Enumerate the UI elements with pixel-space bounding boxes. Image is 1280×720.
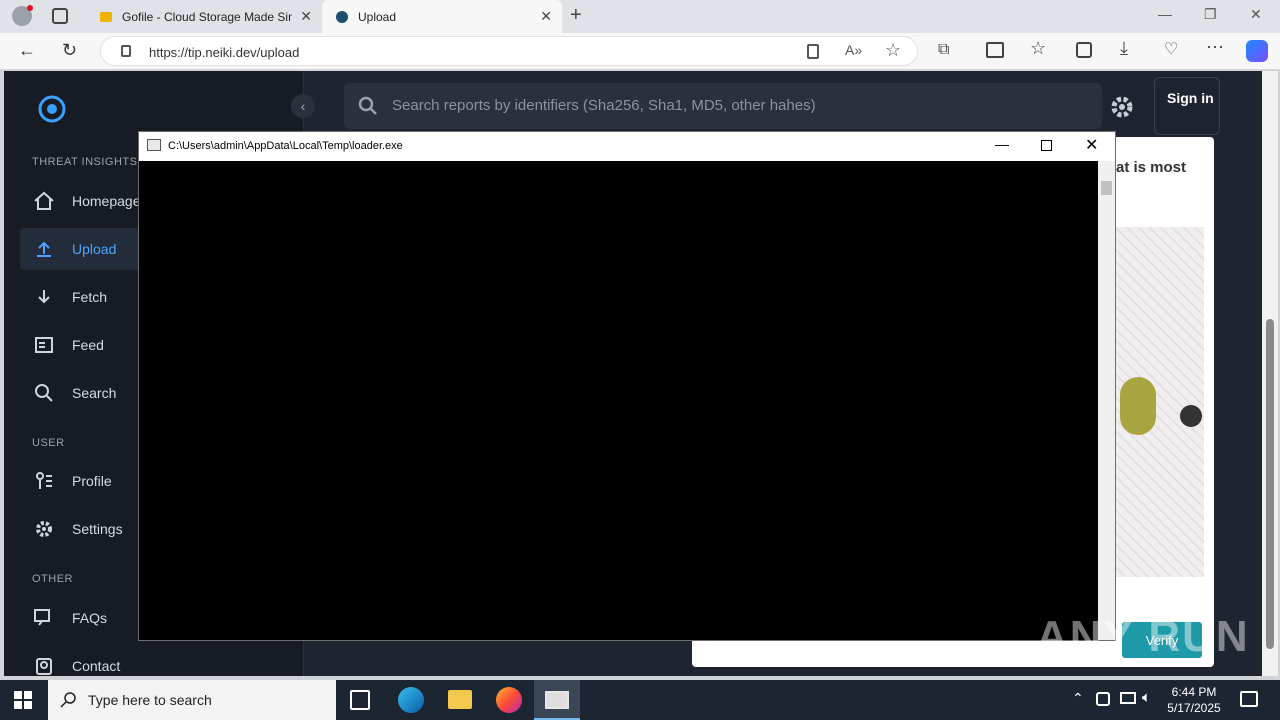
watermark: ANY RUN [1036, 612, 1250, 661]
refresh-icon[interactable]: ↻ [62, 40, 77, 61]
favorite-star-icon[interactable]: ☆ [885, 40, 901, 61]
downloads-icon[interactable]: ⤓ [1120, 38, 1128, 59]
url-text[interactable]: https://tip.neiki.dev/upload [149, 45, 299, 60]
edge-app-icon[interactable] [398, 687, 424, 713]
home-icon [32, 189, 56, 213]
fetch-icon [32, 285, 56, 309]
close-window-icon[interactable]: ✕ [1250, 6, 1262, 23]
more-options-icon[interactable]: ⋯ [1206, 37, 1224, 58]
volume-icon[interactable]: 🔈︎ [1142, 689, 1151, 706]
close-tab-icon[interactable]: ✕ [300, 8, 312, 25]
task-view-icon[interactable] [350, 690, 370, 710]
device-icon[interactable] [1096, 692, 1110, 706]
captcha-shape-icon [1120, 377, 1156, 435]
site-favicon-icon [336, 10, 348, 23]
minimize-icon[interactable]: — [1158, 6, 1172, 22]
site-logo-icon[interactable] [34, 91, 70, 127]
folder-icon [100, 11, 112, 22]
search-icon [358, 96, 378, 116]
upload-icon [32, 237, 56, 261]
copilot-icon[interactable] [1246, 40, 1268, 62]
console-minimize-icon[interactable]: — [995, 136, 1009, 152]
contact-icon [32, 654, 56, 676]
console-title-bar[interactable]: C:\Users\admin\AppData\Local\Temp\loader… [139, 132, 1115, 161]
search-icon [32, 381, 56, 405]
console-window[interactable]: C:\Users\admin\AppData\Local\Temp\loader… [138, 131, 1116, 641]
console-taskbar-button[interactable] [534, 680, 580, 720]
section-label-user: USER [32, 437, 65, 449]
console-close-icon[interactable]: ✕ [1085, 135, 1098, 155]
performance-icon[interactable]: ♡ [1164, 39, 1178, 59]
sidebar-item-contact[interactable]: Contact [20, 645, 300, 676]
notifications-icon[interactable] [1240, 691, 1258, 707]
report-search-input[interactable]: Search reports by identifiers (Sha256, S… [344, 83, 1102, 129]
split-screen-icon[interactable] [986, 42, 1004, 58]
restore-icon[interactable]: ❐ [1204, 6, 1217, 23]
reader-view-icon[interactable] [807, 44, 819, 59]
read-aloud-icon[interactable]: A» [845, 42, 862, 58]
console-scrollbar[interactable] [1098, 161, 1115, 640]
faq-icon [32, 606, 56, 630]
browser-tab-bar: Gofile - Cloud Storage Made Sim ✕ Upload… [0, 0, 1280, 33]
new-tab-icon[interactable]: + [570, 4, 582, 27]
profile-icon [32, 469, 56, 493]
lock-icon[interactable] [121, 45, 131, 57]
close-tab-icon[interactable]: ✕ [540, 8, 552, 25]
page-scrollbar[interactable] [1262, 71, 1278, 676]
file-explorer-icon[interactable] [448, 690, 472, 709]
audio-lock-icon[interactable] [1180, 405, 1202, 427]
browser-toolbar: ← ↻ https://tip.neiki.dev/upload A» ☆ ⧉ … [0, 33, 1280, 70]
collapse-sidebar-button[interactable]: ‹ [291, 94, 315, 118]
collections-icon[interactable] [1076, 42, 1092, 58]
console-maximize-icon[interactable] [1041, 140, 1052, 151]
captcha-prompt: at is most [1116, 159, 1187, 176]
console-taskbar-icon [545, 691, 569, 709]
taskbar-clock[interactable]: 6:44 PM 5/17/2025 [1160, 684, 1228, 716]
sign-in-button[interactable]: Sign in [1154, 77, 1220, 135]
section-label-other: OTHER [32, 573, 73, 585]
address-bar[interactable]: https://tip.neiki.dev/upload A» ☆ [100, 36, 918, 66]
section-label-threat: THREAT INSIGHTS I [32, 156, 145, 168]
favorites-icon[interactable]: ☆ [1030, 38, 1046, 59]
extensions-icon[interactable]: ⧉ [938, 41, 949, 59]
windows-start-icon[interactable] [14, 691, 32, 709]
feed-icon [32, 333, 56, 357]
captcha-image[interactable] [1116, 227, 1204, 577]
chevron-left-icon: ‹ [300, 98, 306, 114]
firefox-icon[interactable] [496, 687, 522, 713]
taskbar-search-input[interactable]: Type here to search [48, 680, 336, 720]
network-icon[interactable] [1120, 692, 1136, 704]
back-icon[interactable]: ← [18, 40, 36, 61]
console-app-icon [147, 139, 161, 151]
tab-upload[interactable]: Upload ✕ [322, 0, 562, 33]
gear-icon [32, 517, 56, 541]
scrollbar-thumb[interactable] [1266, 319, 1274, 649]
settings-gear-icon[interactable] [1108, 93, 1136, 121]
search-icon [60, 691, 78, 709]
profile-avatar-icon[interactable] [12, 5, 33, 26]
tab-actions-icon[interactable] [52, 8, 68, 24]
taskbar: Type here to search ⌃ 🔈︎ 6:44 PM 5/17/20… [0, 680, 1280, 720]
show-hidden-icons-icon[interactable]: ⌃ [1072, 690, 1084, 707]
console-scrollbar-thumb[interactable] [1101, 181, 1112, 195]
tab-gofile[interactable]: Gofile - Cloud Storage Made Sim ✕ [86, 0, 322, 33]
